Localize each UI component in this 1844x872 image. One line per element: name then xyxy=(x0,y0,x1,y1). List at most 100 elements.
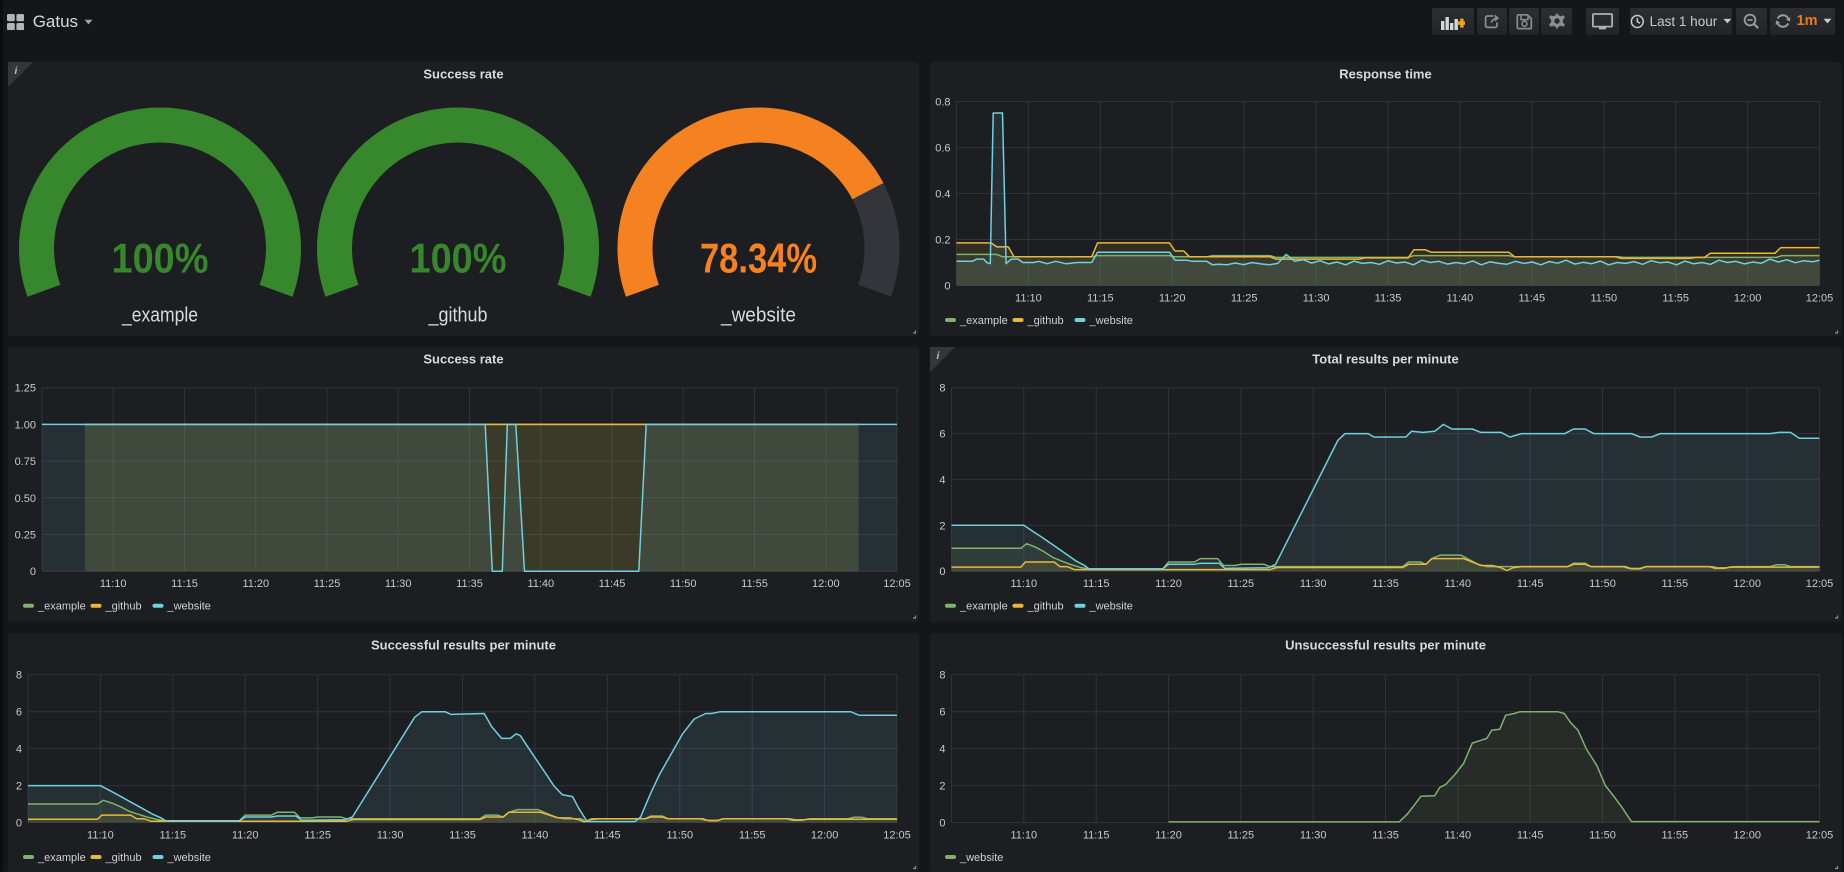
svg-text:_github: _github xyxy=(105,852,142,864)
svg-text:6: 6 xyxy=(939,707,945,719)
svg-text:8: 8 xyxy=(939,670,945,682)
svg-text:11:30: 11:30 xyxy=(385,578,412,590)
svg-text:Total results per minute: Total results per minute xyxy=(1312,352,1458,367)
svg-text:Success rate: Success rate xyxy=(423,352,503,367)
svg-text:78.34%: 78.34% xyxy=(700,234,817,281)
svg-text:11:15: 11:15 xyxy=(1082,578,1109,590)
svg-text:4: 4 xyxy=(16,744,22,756)
svg-text:12:00: 12:00 xyxy=(1733,292,1761,304)
svg-text:12:05: 12:05 xyxy=(883,578,911,590)
svg-text:11:35: 11:35 xyxy=(449,830,476,842)
svg-text:6: 6 xyxy=(16,707,22,719)
svg-text:11:35: 11:35 xyxy=(1372,578,1399,590)
svg-text:0: 0 xyxy=(30,566,36,578)
svg-text:0.4: 0.4 xyxy=(935,188,950,200)
svg-text:11:55: 11:55 xyxy=(741,578,768,590)
svg-text:Successful results per minute: Successful results per minute xyxy=(371,638,556,653)
svg-text:11:30: 11:30 xyxy=(1299,830,1326,842)
svg-text:12:05: 12:05 xyxy=(1805,292,1833,304)
svg-text:11:25: 11:25 xyxy=(1227,578,1254,590)
svg-text:12:00: 12:00 xyxy=(811,830,839,842)
svg-text:_example: _example xyxy=(37,601,86,613)
svg-text:Unsuccessful results per minut: Unsuccessful results per minute xyxy=(1285,638,1486,653)
svg-text:_example: _example xyxy=(959,601,1008,613)
svg-text:11:50: 11:50 xyxy=(670,578,697,590)
svg-text:11:40: 11:40 xyxy=(527,578,554,590)
svg-text:11:20: 11:20 xyxy=(1155,578,1182,590)
svg-text:11:10: 11:10 xyxy=(1015,292,1042,304)
svg-text:12:05: 12:05 xyxy=(1805,578,1833,590)
svg-text:11:20: 11:20 xyxy=(1158,292,1185,304)
svg-text:11:10: 11:10 xyxy=(1010,830,1037,842)
svg-text:11:10: 11:10 xyxy=(1010,578,1037,590)
svg-text:11:20: 11:20 xyxy=(242,578,269,590)
svg-text:11:30: 11:30 xyxy=(377,830,404,842)
svg-text:0.6: 0.6 xyxy=(935,142,950,154)
svg-text:11:40: 11:40 xyxy=(522,830,549,842)
svg-text:11:55: 11:55 xyxy=(1662,292,1689,304)
svg-text:11:10: 11:10 xyxy=(87,830,114,842)
svg-text:_website: _website xyxy=(167,852,211,864)
svg-text:_github: _github xyxy=(1026,315,1063,327)
svg-text:_github: _github xyxy=(1026,601,1063,613)
svg-text:2: 2 xyxy=(16,781,22,793)
svg-text:11:20: 11:20 xyxy=(1155,830,1182,842)
svg-text:4: 4 xyxy=(939,475,945,487)
svg-text:11:30: 11:30 xyxy=(1299,578,1326,590)
svg-text:_example: _example xyxy=(959,315,1008,327)
svg-text:11:45: 11:45 xyxy=(594,830,621,842)
svg-text:_website: _website xyxy=(959,852,1003,864)
svg-text:11:55: 11:55 xyxy=(739,830,766,842)
svg-text:2: 2 xyxy=(939,781,945,793)
svg-text:100%: 100% xyxy=(112,234,209,281)
svg-text:11:10: 11:10 xyxy=(100,578,127,590)
svg-text:11:25: 11:25 xyxy=(304,830,331,842)
svg-text:12:00: 12:00 xyxy=(812,578,840,590)
svg-text:11:35: 11:35 xyxy=(456,578,483,590)
svg-text:12:05: 12:05 xyxy=(1805,830,1833,842)
svg-text:8: 8 xyxy=(939,383,945,395)
svg-text:_github: _github xyxy=(428,304,488,326)
svg-text:1.25: 1.25 xyxy=(15,383,36,395)
svg-text:11:45: 11:45 xyxy=(599,578,626,590)
svg-text:11:25: 11:25 xyxy=(1230,292,1257,304)
svg-text:11:15: 11:15 xyxy=(1082,830,1109,842)
svg-text:6: 6 xyxy=(939,429,945,441)
svg-text:0: 0 xyxy=(939,566,945,578)
svg-text:1.00: 1.00 xyxy=(15,420,36,432)
svg-text:8: 8 xyxy=(16,670,22,682)
svg-text:11:45: 11:45 xyxy=(1516,830,1543,842)
svg-text:_website: _website xyxy=(167,601,211,613)
svg-text:_website: _website xyxy=(1088,315,1132,327)
svg-text:11:40: 11:40 xyxy=(1444,830,1471,842)
svg-text:_example: _example xyxy=(37,852,86,864)
svg-text:11:15: 11:15 xyxy=(159,830,186,842)
svg-text:_website: _website xyxy=(720,304,796,326)
svg-text:12:05: 12:05 xyxy=(883,830,911,842)
svg-text:0: 0 xyxy=(16,818,22,830)
svg-text:_website: _website xyxy=(1088,601,1132,613)
svg-text:11:30: 11:30 xyxy=(1302,292,1329,304)
svg-text:11:55: 11:55 xyxy=(1661,830,1688,842)
svg-text:11:40: 11:40 xyxy=(1444,578,1471,590)
svg-text:11:50: 11:50 xyxy=(666,830,693,842)
svg-text:i: i xyxy=(936,351,939,362)
svg-text:12:00: 12:00 xyxy=(1733,578,1761,590)
svg-text:11:50: 11:50 xyxy=(1589,830,1616,842)
svg-text:2: 2 xyxy=(939,521,945,533)
svg-text:11:50: 11:50 xyxy=(1590,292,1617,304)
svg-text:4: 4 xyxy=(939,744,945,756)
svg-text:i: i xyxy=(15,66,18,77)
svg-text:100%: 100% xyxy=(410,234,507,281)
svg-text:0.2: 0.2 xyxy=(935,234,950,246)
svg-text:11:25: 11:25 xyxy=(314,578,341,590)
svg-text:0.50: 0.50 xyxy=(15,493,36,505)
svg-text:0.8: 0.8 xyxy=(935,96,950,108)
svg-text:11:15: 11:15 xyxy=(171,578,198,590)
svg-text:Success rate: Success rate xyxy=(423,66,503,81)
svg-text:Response time: Response time xyxy=(1339,66,1431,81)
svg-text:11:50: 11:50 xyxy=(1589,578,1616,590)
svg-text:11:25: 11:25 xyxy=(1227,830,1254,842)
svg-text:11:45: 11:45 xyxy=(1518,292,1545,304)
svg-text:11:15: 11:15 xyxy=(1086,292,1113,304)
